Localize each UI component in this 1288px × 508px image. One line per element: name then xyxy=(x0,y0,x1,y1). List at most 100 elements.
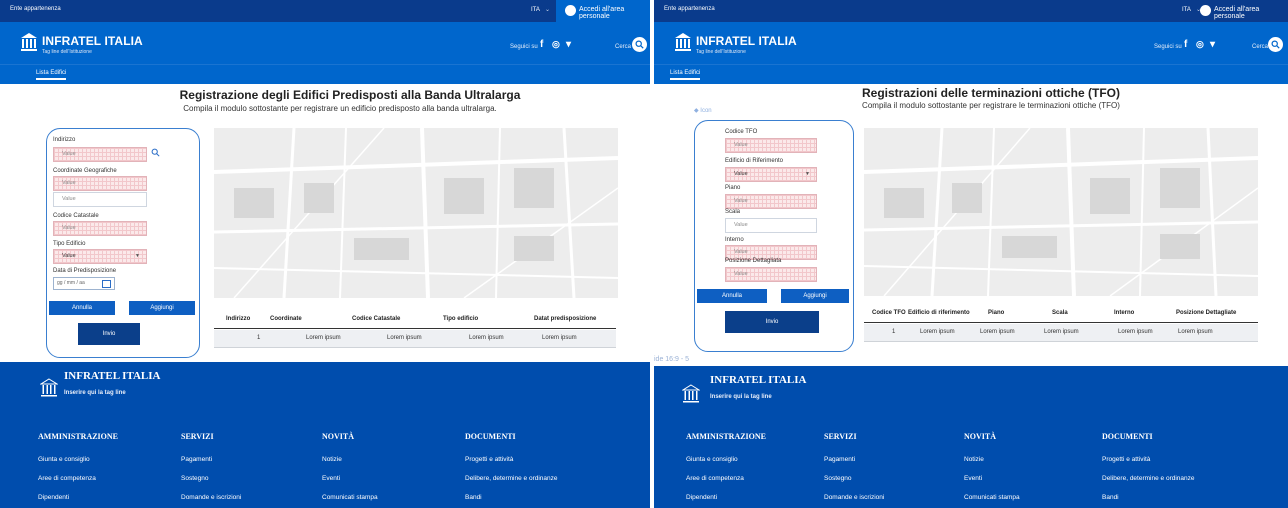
footer-tagline: Inserire qui la tag line xyxy=(710,394,772,400)
footer-link[interactable]: Aree di competenza xyxy=(686,475,744,482)
aggiungi-button[interactable]: Aggiungi xyxy=(781,289,849,303)
page-subtitle: Compila il modulo sottostante per regist… xyxy=(183,104,497,113)
aggiungi-button[interactable]: Aggiungi xyxy=(129,301,195,315)
institution-logo-icon[interactable] xyxy=(682,384,700,404)
footer-link[interactable]: Dipendenti xyxy=(686,494,717,501)
footer-link[interactable]: Domande e iscrizioni xyxy=(181,494,241,501)
footer-link[interactable]: Giunta e consiglio xyxy=(686,456,738,463)
instagram-icon[interactable]: ◎ xyxy=(1196,39,1204,50)
invio-button[interactable]: Invio xyxy=(78,323,140,345)
footer-link[interactable]: Notizie xyxy=(964,456,984,463)
footer-link[interactable]: Pagamenti xyxy=(181,456,212,463)
panel-edifici: Ente appartenenza ITA ⌄ Accedi all'area … xyxy=(0,0,650,508)
user-icon xyxy=(565,5,576,16)
instagram-icon[interactable]: ◎ xyxy=(552,39,560,50)
search-button[interactable] xyxy=(632,37,647,52)
ente-link[interactable]: Ente appartenenza xyxy=(664,6,715,12)
search-button[interactable] xyxy=(1268,37,1283,52)
ente-link[interactable]: Ente appartenenza xyxy=(10,6,61,12)
footer-link[interactable]: Giunta e consiglio xyxy=(38,456,90,463)
posizione-input[interactable]: Value xyxy=(725,267,817,282)
map-view[interactable] xyxy=(864,128,1258,296)
annulla-button[interactable]: Annulla xyxy=(697,289,767,303)
footer-link[interactable]: Progetti e attività xyxy=(465,456,513,463)
facebook-icon[interactable]: f xyxy=(1184,39,1187,50)
institution-logo-icon[interactable] xyxy=(40,378,58,398)
indirizzo-input[interactable]: Value xyxy=(53,147,147,162)
intro-section: Registrazione degli Edifici Predisposti … xyxy=(0,84,650,122)
footer-brand: INFRATEL ITALIA xyxy=(64,370,161,382)
facebook-icon[interactable]: f xyxy=(540,39,543,50)
social-label: Seguici su xyxy=(1154,44,1182,50)
table-cell: Lorem ipsum xyxy=(469,335,504,341)
column-header: Codice Catastale xyxy=(352,316,401,322)
calendar-icon[interactable] xyxy=(102,280,111,288)
footer-link[interactable]: Pagamenti xyxy=(824,456,855,463)
footer-link[interactable]: Delibere, determine e ordinanze xyxy=(465,475,558,482)
footer: INFRATEL ITALIA Inserire qui la tag line… xyxy=(654,366,1288,508)
tipo-label: Tipo Edificio xyxy=(53,241,86,247)
map-roads xyxy=(864,128,1258,296)
codice-input[interactable]: Value xyxy=(725,138,817,153)
search-icon[interactable] xyxy=(151,148,160,157)
footer-link[interactable]: Progetti e attività xyxy=(1102,456,1150,463)
posizione-label: Posizione Dettagliata xyxy=(725,258,782,264)
footer-link[interactable]: Bandi xyxy=(465,494,482,501)
user-icon xyxy=(1200,5,1211,16)
tfo-form: Codice TFO Value Edificio di Riferimento… xyxy=(694,120,854,352)
twitter-icon[interactable]: ▾ xyxy=(566,39,571,50)
tipo-select[interactable]: Value ▼ xyxy=(53,249,147,264)
catastale-label: Codice Catastale xyxy=(53,213,99,219)
footer-link[interactable]: Comunicati stampa xyxy=(964,494,1020,501)
column-header: Piano xyxy=(988,310,1005,316)
edificio-label: Edificio di Riferimento xyxy=(725,158,784,164)
interno-label: Interno xyxy=(725,237,744,243)
twitter-icon[interactable]: ▾ xyxy=(1210,39,1215,50)
footer-link[interactable]: Aree di competenza xyxy=(38,475,96,482)
edificio-select[interactable]: Value ▼ xyxy=(725,167,817,182)
footer-column-title: SERVIZI xyxy=(181,432,214,441)
language-selector[interactable]: ITA xyxy=(531,7,540,13)
building-form: Indirizzo Value Coordinate Geografiche V… xyxy=(46,128,200,358)
search-icon xyxy=(1271,40,1280,49)
institution-logo-icon[interactable] xyxy=(20,32,38,52)
footer-link[interactable]: Eventi xyxy=(964,475,982,482)
login-button[interactable]: Accedi all'area personale xyxy=(1198,0,1288,22)
brand-tagline: Tag line dell'Istituzione xyxy=(42,49,92,55)
annulla-button[interactable]: Annulla xyxy=(49,301,115,315)
footer-link[interactable]: Dipendenti xyxy=(38,494,69,501)
coordinate-input-2[interactable]: Value xyxy=(53,192,147,207)
scala-input[interactable]: Value xyxy=(725,218,817,233)
footer-link[interactable]: Sostegno xyxy=(824,475,851,482)
center-header: INFRATEL ITALIA Tag line dell'Istituzion… xyxy=(0,22,650,64)
social-label: Seguici su xyxy=(510,44,538,50)
login-button[interactable]: Accedi all'area personale xyxy=(556,0,650,22)
map-view[interactable] xyxy=(214,128,618,298)
footer-link[interactable]: Notizie xyxy=(322,456,342,463)
date-input[interactable]: gg / mm / aa xyxy=(53,277,115,290)
piano-input[interactable]: Value xyxy=(725,194,817,209)
footer-link[interactable]: Delibere, determine e ordinanze xyxy=(1102,475,1195,482)
language-selector[interactable]: ITA xyxy=(1182,7,1191,13)
table-header: Codice TFO Edificio di riferimento Piano… xyxy=(864,306,1258,323)
tab-lista-edifici[interactable]: Lista Edifici xyxy=(670,70,701,80)
catastale-input[interactable]: Value xyxy=(53,221,147,236)
footer-link[interactable]: Bandi xyxy=(1102,494,1119,501)
coordinate-input[interactable]: Value xyxy=(53,176,147,191)
table-row[interactable]: 1 Lorem ipsum Lorem ipsum Lorem ipsum Lo… xyxy=(214,330,616,348)
footer-column-title: AMMINISTRAZIONE xyxy=(38,432,119,441)
page-title: Registrazioni delle terminazioni ottiche… xyxy=(861,86,1121,100)
footer-link[interactable]: Comunicati stampa xyxy=(322,494,378,501)
footer-link[interactable]: Eventi xyxy=(322,475,340,482)
table-row[interactable]: 1 Lorem ipsum Lorem ipsum Lorem ipsum Lo… xyxy=(864,324,1258,342)
footer-column-title: SERVIZI xyxy=(824,432,857,441)
column-header: Posizione Dettagliate xyxy=(1176,310,1237,316)
footer-column-title: NOVITÀ xyxy=(322,432,355,441)
institution-logo-icon[interactable] xyxy=(674,32,692,52)
tab-lista-edifici[interactable]: Lista Edifici xyxy=(36,70,67,80)
footer-link[interactable]: Sostegno xyxy=(181,475,208,482)
page-title: Registrazione degli Edifici Predisposti … xyxy=(179,88,521,102)
placeholder-icon: ◆ Icon xyxy=(694,108,712,114)
invio-button[interactable]: Invio xyxy=(725,311,819,333)
footer-link[interactable]: Domande e iscrizioni xyxy=(824,494,884,501)
